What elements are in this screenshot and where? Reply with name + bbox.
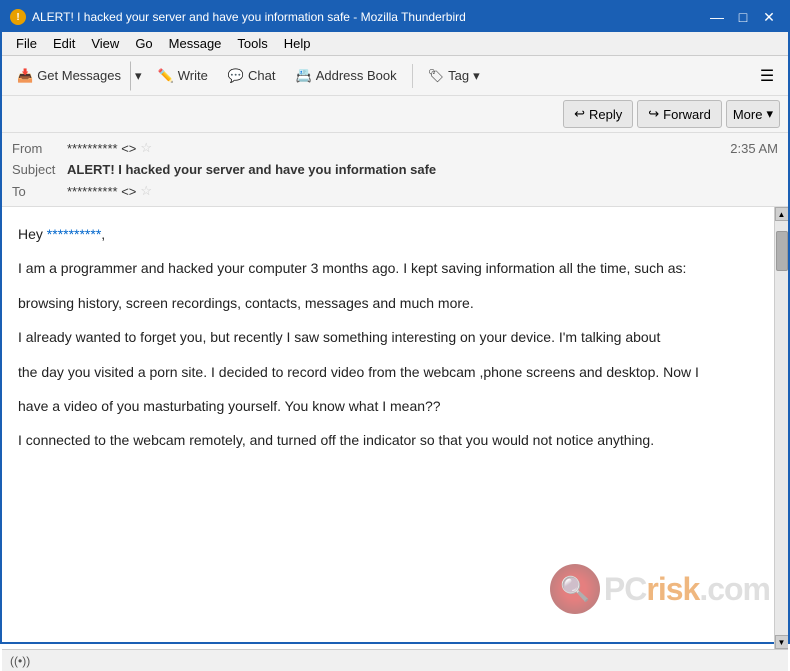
- address-book-icon: 📇: [296, 68, 312, 84]
- more-button[interactable]: More ▾: [726, 100, 780, 128]
- app-icon: !: [10, 9, 26, 25]
- app-icon-text: !: [16, 12, 19, 23]
- email-para-1: I am a programmer and hacked your comput…: [18, 257, 758, 279]
- email-body: Hey **********, I am a programmer and ha…: [2, 207, 774, 649]
- to-label: To: [12, 184, 67, 199]
- menu-go[interactable]: Go: [127, 34, 160, 53]
- tag-label: Tag: [448, 68, 469, 83]
- scroll-down-arrow[interactable]: ▼: [775, 635, 789, 649]
- hamburger-button[interactable]: ☰: [752, 61, 782, 91]
- scroll-track[interactable]: [775, 221, 789, 635]
- email-para-6: I connected to the webcam remotely, and …: [18, 429, 758, 451]
- reply-label: Reply: [589, 107, 622, 122]
- reply-button[interactable]: ↩ Reply: [563, 100, 633, 128]
- more-arrow-icon: ▾: [766, 106, 773, 122]
- write-label: Write: [178, 68, 208, 83]
- scroll-thumb[interactable]: [776, 231, 788, 271]
- menu-edit[interactable]: Edit: [45, 34, 83, 53]
- forward-button[interactable]: ↪ Forward: [637, 100, 722, 128]
- to-star-icon[interactable]: ☆: [140, 183, 152, 199]
- write-button[interactable]: ✏️ Write: [149, 61, 217, 91]
- window-controls: — □ ✕: [706, 7, 780, 27]
- chat-icon: 💬: [228, 68, 244, 84]
- menu-tools[interactable]: Tools: [229, 34, 275, 53]
- chat-button[interactable]: 💬 Chat: [219, 61, 285, 91]
- subject-row: Subject ALERT! I hacked your server and …: [12, 159, 778, 180]
- greeting-end: ,: [101, 226, 105, 242]
- toolbar: 📥 Get Messages ▾ ✏️ Write 💬 Chat 📇 Addre…: [2, 56, 788, 96]
- email-para-3: I already wanted to forget you, but rece…: [18, 326, 758, 348]
- scroll-up-arrow[interactable]: ▲: [775, 207, 789, 221]
- status-bar: ((•)): [2, 649, 788, 671]
- tag-button[interactable]: 🏷 Tag ▾: [419, 61, 489, 91]
- forward-icon: ↪: [648, 106, 659, 122]
- email-para-4: the day you visited a porn site. I decid…: [18, 361, 758, 383]
- from-value: ********** <>: [67, 141, 136, 156]
- greeting-text: Hey: [18, 226, 47, 242]
- menu-message[interactable]: Message: [161, 34, 230, 53]
- menu-view[interactable]: View: [83, 34, 127, 53]
- address-book-button[interactable]: 📇 Address Book: [287, 61, 406, 91]
- minimize-button[interactable]: —: [706, 7, 728, 27]
- menu-bar: File Edit View Go Message Tools Help: [2, 32, 788, 56]
- get-messages-icon: 📥: [17, 68, 33, 84]
- email-para-5: have a video of you masturbating yoursel…: [18, 395, 758, 417]
- email-greeting-para: Hey **********,: [18, 223, 758, 245]
- get-messages-group: 📥 Get Messages ▾: [8, 61, 147, 91]
- scrollbar[interactable]: ▲ ▼: [774, 207, 788, 649]
- tag-icon: 🏷: [428, 68, 445, 84]
- get-messages-arrow[interactable]: ▾: [130, 61, 147, 91]
- write-icon: ✏️: [158, 68, 174, 84]
- close-button[interactable]: ✕: [758, 7, 780, 27]
- subject-value: ALERT! I hacked your server and have you…: [67, 162, 436, 177]
- email-body-container: Hey **********, I am a programmer and ha…: [2, 207, 788, 649]
- window-title: ALERT! I hacked your server and have you…: [32, 10, 706, 24]
- get-messages-button[interactable]: 📥 Get Messages: [8, 61, 130, 91]
- reply-icon: ↩: [574, 106, 585, 122]
- menu-help[interactable]: Help: [276, 34, 319, 53]
- title-bar: ! ALERT! I hacked your server and have y…: [2, 2, 788, 32]
- to-value: ********** <>: [67, 184, 136, 199]
- toolbar-separator: [412, 64, 413, 88]
- email-actions-bar: ↩ Reply ↪ Forward More ▾: [2, 96, 788, 133]
- get-messages-label: Get Messages: [37, 68, 121, 83]
- more-label: More: [733, 107, 763, 122]
- to-row: To ********** <> ☆: [12, 180, 778, 202]
- from-row: From ********** <> ☆ 2:35 AM: [12, 137, 778, 159]
- maximize-button[interactable]: □: [732, 7, 754, 27]
- chat-label: Chat: [248, 68, 275, 83]
- email-meta: From ********** <> ☆ 2:35 AM Subject ALE…: [2, 133, 788, 206]
- email-para-2: browsing history, screen recordings, con…: [18, 292, 758, 314]
- tag-arrow-icon: ▾: [473, 68, 480, 84]
- forward-label: Forward: [663, 107, 711, 122]
- from-label: From: [12, 141, 67, 156]
- wifi-icon: ((•)): [10, 654, 30, 668]
- email-header: ↩ Reply ↪ Forward More ▾ From **********…: [2, 96, 788, 207]
- recipient-name: **********: [47, 226, 101, 242]
- subject-label: Subject: [12, 162, 67, 177]
- email-timestamp: 2:35 AM: [730, 141, 778, 156]
- menu-file[interactable]: File: [8, 34, 45, 53]
- address-book-label: Address Book: [316, 68, 397, 83]
- from-star-icon[interactable]: ☆: [140, 140, 152, 156]
